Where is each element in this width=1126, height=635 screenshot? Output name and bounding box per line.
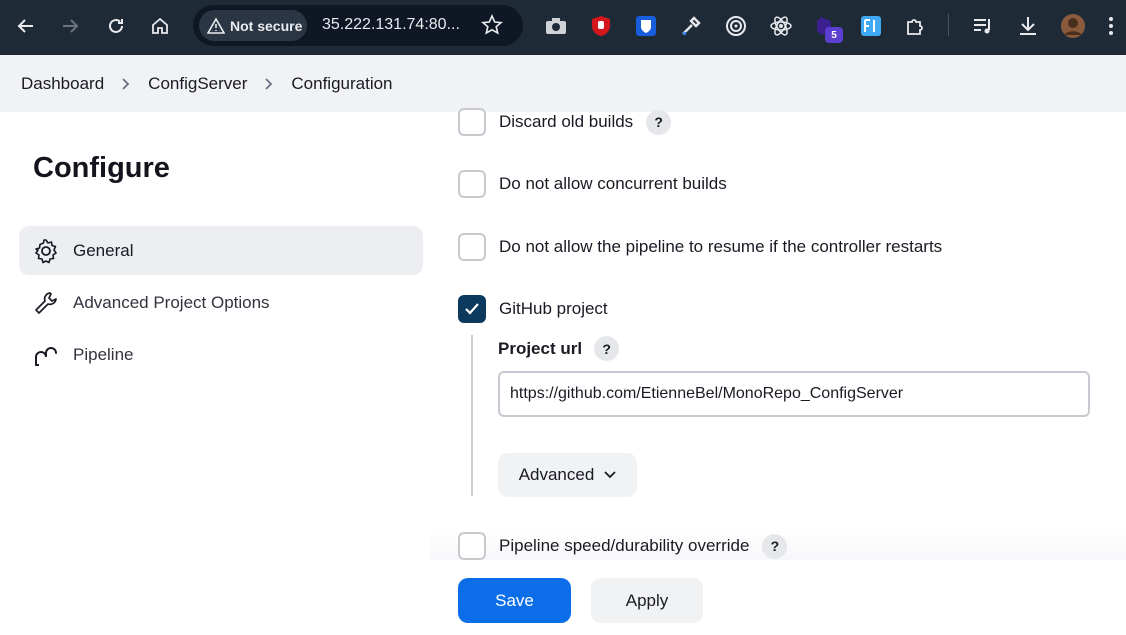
- address-bar[interactable]: Not secure 35.222.131.74:80...: [193, 5, 523, 46]
- option-label: Discard old builds: [499, 112, 634, 131]
- option-no-concurrent-builds: Do not allow concurrent builds: [458, 170, 727, 198]
- sidebar-item-label: Advanced Project Options: [73, 292, 270, 312]
- option-discard-old-builds: Discard old builds ?: [458, 108, 672, 136]
- project-url-label: Project url: [498, 338, 583, 358]
- downloads-button[interactable]: [1015, 13, 1041, 39]
- back-button[interactable]: [12, 12, 40, 40]
- pipeline-speed-durability-checkbox[interactable]: [458, 532, 486, 560]
- advanced-label: Advanced: [518, 465, 595, 484]
- security-indicator[interactable]: Not secure: [199, 10, 307, 41]
- warning-icon: [207, 17, 225, 34]
- option-pipeline-speed-durability: Pipeline speed/durability override ?: [458, 532, 788, 560]
- no-concurrent-builds-checkbox[interactable]: [458, 170, 486, 198]
- sidebar-item-general[interactable]: General: [19, 226, 423, 275]
- discard-old-builds-checkbox[interactable]: [458, 108, 486, 136]
- react-icon: [770, 16, 792, 36]
- no-resume-pipeline-checkbox[interactable]: [458, 233, 486, 261]
- github-project-checkbox[interactable]: [458, 295, 486, 323]
- extensions-menu-button[interactable]: [903, 13, 929, 39]
- help-button[interactable]: ?: [762, 533, 788, 559]
- bitwarden-icon: [636, 16, 656, 36]
- checkmark-icon: [465, 303, 479, 315]
- help-button[interactable]: ?: [646, 109, 672, 135]
- extension-badge: 5: [825, 27, 843, 43]
- pipeline-icon: [35, 346, 57, 366]
- save-button[interactable]: Save: [458, 578, 571, 623]
- profile-avatar[interactable]: [1060, 13, 1086, 39]
- reload-icon: [109, 18, 123, 33]
- arrow-left-icon: [17, 19, 33, 33]
- extension-bitwarden[interactable]: [633, 13, 659, 39]
- extension-ublock[interactable]: [588, 13, 614, 39]
- sidebar-item-label: General: [73, 240, 134, 260]
- extension-fi[interactable]: [858, 13, 884, 39]
- chevron-down-icon: [604, 471, 616, 479]
- sidebar-item-label: Pipeline: [73, 344, 134, 364]
- security-label: Not secure: [230, 17, 303, 34]
- avatar-icon: [1061, 14, 1085, 38]
- breadcrumb: Dashboard ConfigServer Configuration: [0, 55, 1126, 112]
- home-button[interactable]: [146, 12, 174, 40]
- chevron-right-icon: [121, 77, 131, 91]
- browser-toolbar: Not secure 35.222.131.74:80... 5: [0, 0, 1126, 55]
- sidebar-item-advanced-project-options[interactable]: Advanced Project Options: [19, 278, 423, 327]
- home-icon: [152, 17, 168, 34]
- extension-target[interactable]: [723, 13, 749, 39]
- apply-button[interactable]: Apply: [591, 578, 703, 623]
- arrow-right-icon: [63, 19, 79, 33]
- media-controls-button[interactable]: [970, 13, 996, 39]
- extension-camera[interactable]: [543, 13, 569, 39]
- help-button[interactable]: ?: [594, 336, 620, 361]
- breadcrumb-configuration[interactable]: Configuration: [291, 74, 392, 94]
- toolbar-divider: [948, 14, 949, 36]
- forward-button[interactable]: [56, 12, 84, 40]
- nested-section-line: [471, 335, 473, 496]
- sidebar-item-pipeline[interactable]: Pipeline: [19, 330, 423, 379]
- target-icon: [726, 16, 746, 36]
- camera-icon: [546, 18, 566, 34]
- shield-hand-icon: [592, 16, 610, 36]
- page-title: Configure: [33, 152, 170, 184]
- extension-color-picker[interactable]: [678, 13, 704, 39]
- option-label: Do not allow the pipeline to resume if t…: [499, 237, 943, 256]
- download-icon: [1020, 17, 1036, 35]
- eyedropper-icon: [682, 16, 701, 36]
- option-label: Do not allow concurrent builds: [499, 174, 727, 193]
- extension-react-devtools[interactable]: [768, 13, 794, 39]
- star-icon: [481, 14, 503, 35]
- project-url-label-row: Project url ?: [498, 336, 620, 361]
- url-text[interactable]: 35.222.131.74:80...: [322, 16, 460, 34]
- option-label: GitHub project: [499, 299, 608, 318]
- option-no-resume-pipeline: Do not allow the pipeline to resume if t…: [458, 233, 942, 261]
- bookmark-star-button[interactable]: [480, 13, 504, 41]
- browser-menu-button[interactable]: [1104, 13, 1118, 39]
- breadcrumb-dashboard[interactable]: Dashboard: [21, 74, 104, 94]
- advanced-button[interactable]: Advanced: [498, 453, 637, 497]
- option-label: Pipeline speed/durability override: [499, 536, 750, 555]
- puzzle-icon: [907, 19, 923, 35]
- breadcrumb-configserver[interactable]: ConfigServer: [148, 74, 247, 94]
- project-url-input[interactable]: [498, 371, 1090, 417]
- option-github-project: GitHub project: [458, 295, 608, 323]
- gear-icon: [35, 238, 57, 263]
- chevron-right-icon: [264, 77, 274, 91]
- fi-icon: [861, 16, 881, 36]
- wrench-icon: [35, 291, 57, 314]
- queue-music-icon: [974, 19, 990, 34]
- reload-button[interactable]: [102, 12, 130, 40]
- kebab-menu-icon: [1109, 17, 1113, 35]
